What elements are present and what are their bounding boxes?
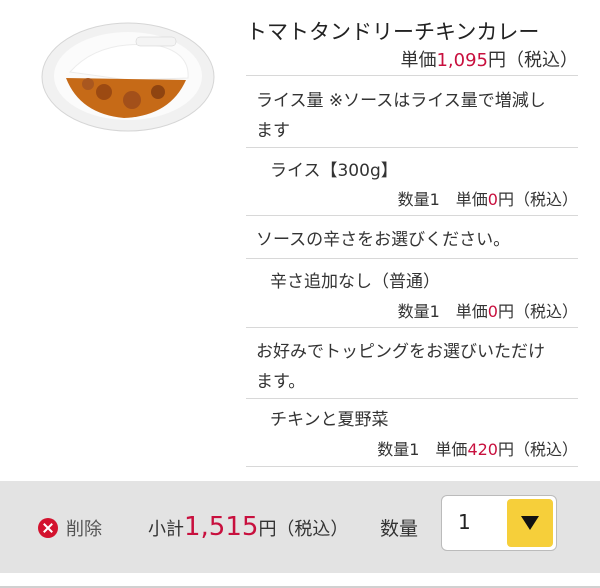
option-heading-spice: ソースの辛さをお選びください。 [256,230,511,250]
unit-price-value: 1,095 [436,50,488,71]
option-heading-rice: ライス量 ※ソースはライス量で増減し ます [256,86,546,146]
divider [246,215,578,216]
option-choice-rice: ライス【300g】 [270,161,398,181]
subtotal: 小計1,515円（税込） [148,512,348,542]
unit-price-suffix: 円（税込） [488,50,578,71]
product-title: トマトタンドリーチキンカレー [246,20,540,44]
quantity-select[interactable]: 1 [441,495,557,551]
divider [246,327,578,328]
divider [246,258,578,259]
subtotal-amount: 1,515 [184,512,259,542]
option-price: 0 [487,190,498,209]
divider [246,147,578,148]
option-heading-line: お好みでトッピングをお選びいただけ [256,342,545,362]
option-meta-spice: 数量1 単価0円（税込） [398,298,578,322]
option-choice-topping: チキンと夏野菜 [270,410,389,430]
quantity-label: 数量 [380,518,419,540]
price-suffix: 円（税込） [497,302,578,321]
option-price: 0 [487,302,498,321]
divider [246,75,578,76]
option-heading-line: ます。 [256,372,306,392]
product-unit-price: 単価1,095円（税込） [400,46,578,72]
option-price: 420 [467,440,498,459]
divider [246,398,578,399]
subtotal-suffix: 円（税込） [258,519,349,540]
option-meta-topping: 数量1 単価420円（税込） [377,436,578,460]
option-choice-spice: 辛さ追加なし（普通） [270,272,440,292]
qty-price-prefix: 数量1 単価 [397,302,488,321]
delete-button[interactable]: 削除 [38,515,102,541]
option-heading-line: ライス量 ※ソースはライス量で増減し [256,91,546,111]
quantity-value: 1 [458,510,471,534]
option-heading-topping: お好みでトッピングをお選びいただけ ます。 [256,337,545,397]
option-meta-rice: 数量1 単価0円（税込） [398,186,578,210]
qty-price-prefix: 数量1 単価 [377,440,468,459]
curry-plate-image [41,22,215,132]
unit-price-label: 単価 [400,50,437,71]
subtotal-label: 小計 [148,519,184,540]
qty-price-prefix: 数量1 単価 [397,190,488,209]
delete-label: 削除 [66,519,102,540]
divider [246,466,578,467]
remove-circle-icon [38,518,58,538]
option-heading-line: ます [256,121,290,141]
price-suffix: 円（税込） [497,440,578,459]
dropdown-arrow-icon[interactable] [507,499,553,547]
price-suffix: 円（税込） [497,190,578,209]
